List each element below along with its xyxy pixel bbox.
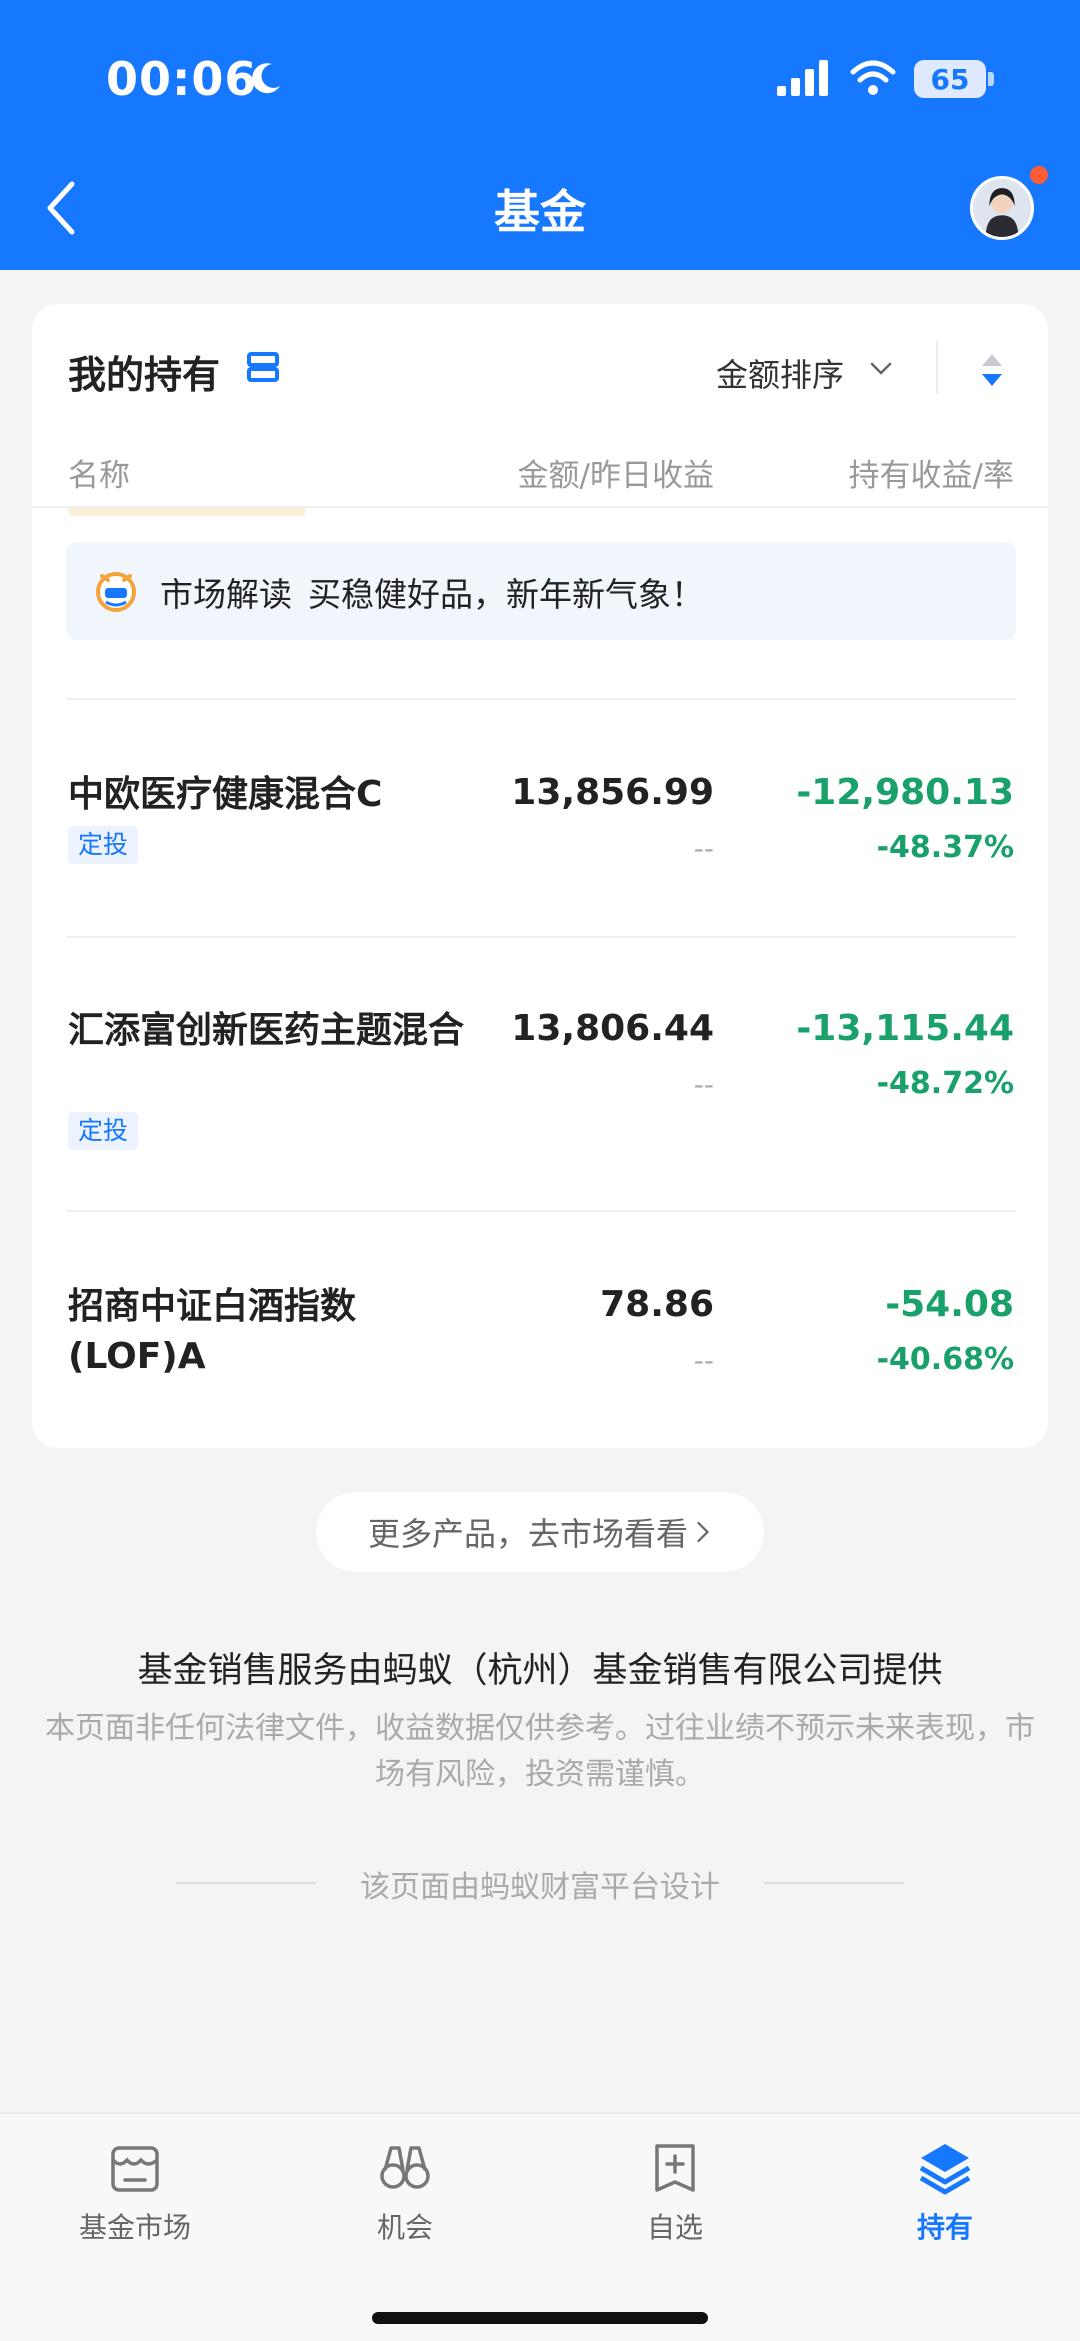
sort-order-icon[interactable]	[976, 350, 1008, 390]
battery-indicator: 65	[914, 60, 986, 98]
bottom-tab-bar: 基金市场 机会 自选 持有	[0, 2112, 1080, 2341]
chevron-down-icon[interactable]	[868, 356, 894, 382]
divider	[66, 698, 1016, 700]
column-header-profit: 持有收益/率	[848, 458, 1014, 494]
banner-label: 市场解读	[160, 575, 292, 614]
fund-holding-profit: -12,980.13	[796, 772, 1014, 813]
fund-amount: 78.86	[600, 1284, 714, 1325]
layers-icon	[919, 2144, 971, 2195]
banner-text: 市场解读 买稳健好品，新年新气象！	[160, 568, 704, 616]
auto-invest-tag: 定投	[68, 1112, 139, 1150]
divider	[66, 936, 1016, 938]
home-indicator	[372, 2312, 708, 2324]
market-insight-icon	[96, 572, 136, 612]
market-icon	[111, 2146, 159, 2192]
fund-name: 招商中证白酒指数(LOF)A	[68, 1286, 357, 1377]
watchlist-icon	[655, 2144, 695, 2192]
fund-name: 中欧医疗健康混合C	[68, 774, 383, 815]
fund-holding-rate: -48.37%	[876, 830, 1014, 865]
holdings-card: 我的持有 金额排序 名称 金额/昨日收益 持有收益/率 市场解读 买稳健好品，新年…	[32, 304, 1048, 1448]
fund-yesterday-profit: --	[693, 1344, 714, 1377]
tab-label: 自选	[646, 2211, 703, 2244]
holdings-title: 我的持有	[68, 353, 221, 397]
tab-opportunity[interactable]: 机会	[305, 2140, 505, 2246]
fund-amount: 13,856.99	[511, 772, 714, 813]
tab-label: 持有	[916, 2211, 973, 2244]
wifi-icon	[850, 60, 896, 95]
fund-yesterday-profit: --	[693, 1068, 714, 1101]
moon-icon	[252, 63, 280, 94]
chevron-right-icon	[697, 1521, 710, 1543]
column-header-name: 名称	[68, 458, 130, 494]
fund-name: 汇添富创新医药主题混合	[68, 1010, 465, 1051]
designed-by-text: 该页面由蚂蚁财富平台设计	[360, 1870, 720, 1905]
page-title: 基金	[494, 185, 586, 239]
person-avatar-icon	[973, 179, 1031, 237]
tab-label: 机会	[376, 2211, 433, 2244]
signal-icon	[777, 60, 828, 96]
provider-info: 基金销售服务由蚂蚁（杭州）基金销售有限公司提供	[137, 1651, 943, 1691]
tab-fund-market[interactable]: 基金市场	[35, 2140, 235, 2246]
fund-holding-profit: -54.08	[885, 1284, 1014, 1325]
tab-label: 基金市场	[78, 2211, 191, 2244]
market-insight-banner[interactable]: 市场解读 买稳健好品，新年新气象！	[66, 542, 1016, 640]
sort-dropdown[interactable]: 金额排序	[716, 350, 844, 396]
disclaimer-text: 本页面非任何法律文件，收益数据仅供参考。过往业绩不预示未来表现，市场有风险，投资…	[45, 1711, 1035, 1792]
column-header-amount: 金额/昨日收益	[517, 458, 714, 494]
fund-amount: 13,806.44	[511, 1008, 714, 1049]
more-products-label: 更多产品，去市场看看	[367, 1515, 688, 1553]
list-view-icon[interactable]	[246, 350, 280, 384]
fund-holding-rate: -48.72%	[876, 1066, 1014, 1101]
tab-watchlist[interactable]: 自选	[575, 2140, 775, 2246]
status-time: 00:06	[106, 52, 258, 106]
avatar[interactable]	[970, 176, 1034, 240]
fund-yesterday-profit: --	[693, 832, 714, 865]
divider	[66, 1210, 1016, 1212]
binoculars-icon	[380, 2146, 430, 2189]
scrolled-content-edge	[68, 508, 306, 516]
tab-holdings[interactable]: 持有	[845, 2140, 1045, 2246]
battery-tip	[988, 72, 994, 86]
fund-holding-rate: -40.68%	[876, 1342, 1014, 1377]
divider	[936, 340, 938, 394]
more-products-button[interactable]: 更多产品，去市场看看	[316, 1492, 764, 1572]
banner-message: 买稳健好品，新年新气象！	[308, 575, 704, 614]
top-bar: 00:06 65 基金	[0, 0, 1080, 270]
notification-badge	[1030, 166, 1048, 184]
fund-holding-profit: -13,115.44	[796, 1008, 1014, 1049]
auto-invest-tag: 定投	[68, 826, 139, 864]
